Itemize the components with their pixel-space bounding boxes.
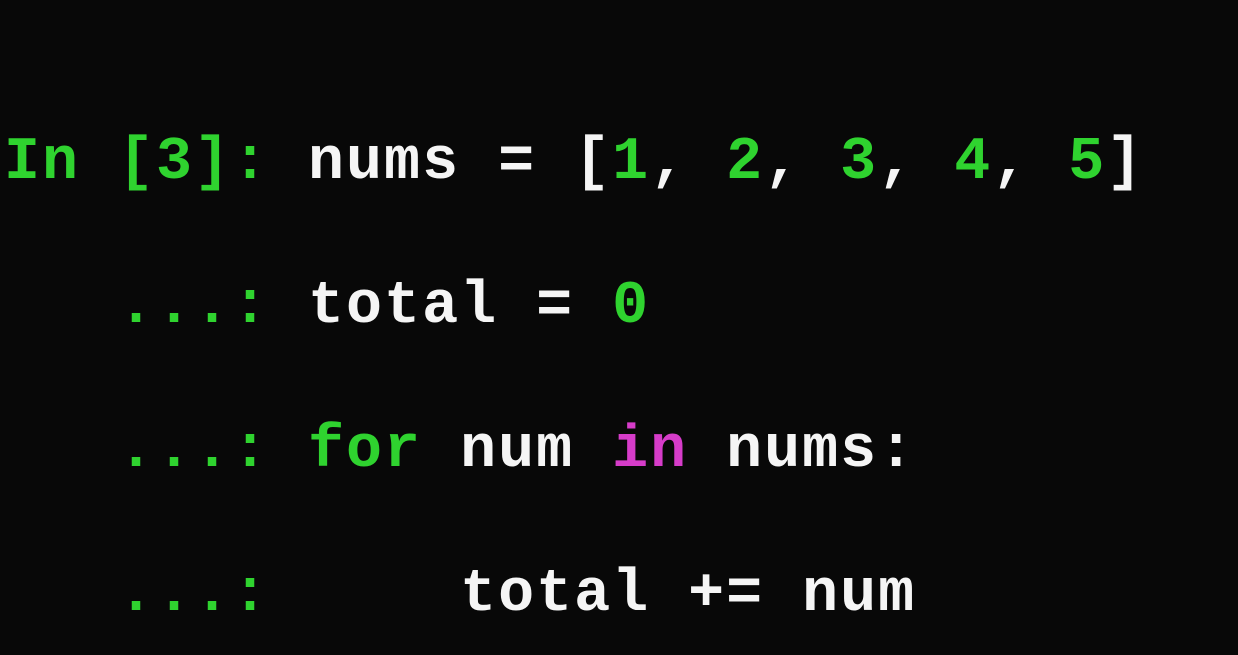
prompt-continuation: ...: (4, 417, 308, 485)
code: nums: (688, 417, 916, 485)
comma: , (764, 129, 840, 197)
comma: , (650, 129, 726, 197)
code: nums = [ (308, 129, 612, 197)
literal-number: 4 (954, 129, 992, 197)
literal-number: 5 (1068, 129, 1106, 197)
code-line-2: ...: total = 0 (4, 271, 1238, 343)
code: num (422, 417, 612, 485)
code-line-3: ...: for num in nums: (4, 415, 1238, 487)
code-line-1: In [3]: nums = [1, 2, 3, 4, 5] (4, 127, 1238, 199)
code: total = (308, 273, 612, 341)
literal-number: 3 (840, 129, 878, 197)
code: total += num (308, 561, 916, 629)
bracket-close: ] (1106, 129, 1144, 197)
literal-number: 1 (612, 129, 650, 197)
code-line-4: ...: total += num (4, 559, 1238, 631)
comma: , (878, 129, 954, 197)
comma: , (992, 129, 1068, 197)
prompt-continuation: ...: (4, 273, 308, 341)
prompt-in: In [3]: (4, 129, 308, 197)
ipython-terminal[interactable]: In [3]: nums = [1, 2, 3, 4, 5] ...: tota… (0, 0, 1238, 655)
prompt-continuation: ...: (4, 561, 308, 629)
literal-number: 0 (612, 273, 650, 341)
keyword-in: in (612, 417, 688, 485)
literal-number: 2 (726, 129, 764, 197)
keyword-for: for (308, 417, 422, 485)
